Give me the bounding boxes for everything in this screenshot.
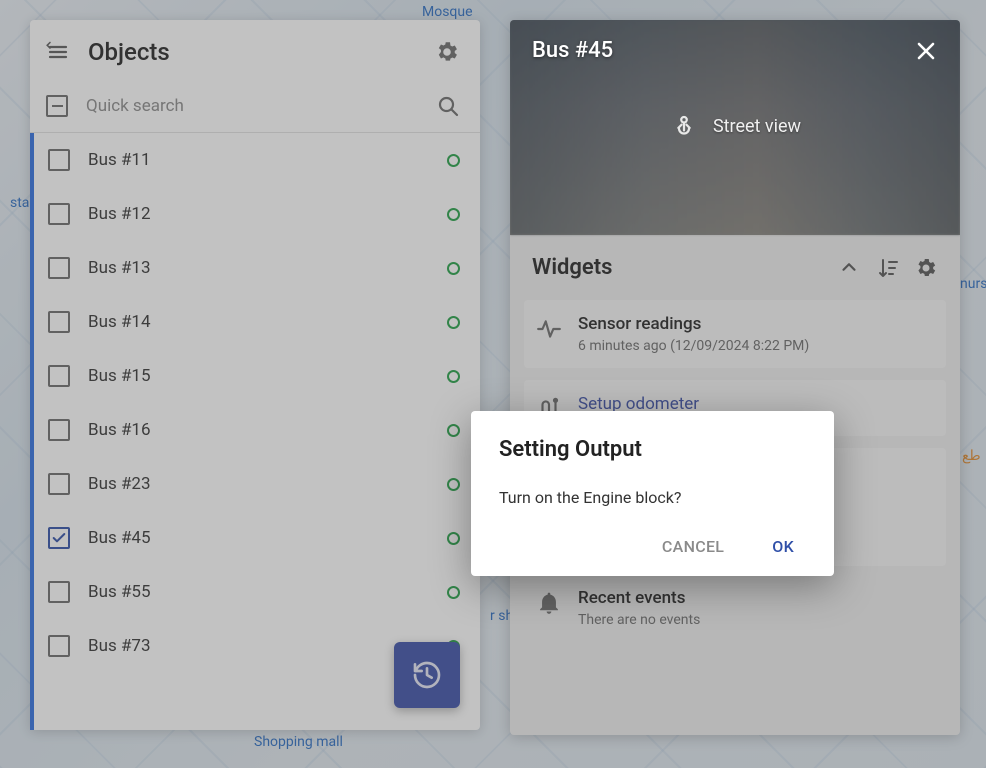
street-view-button[interactable]: Street view (669, 111, 801, 141)
dialog-body: Turn on the Engine block? (499, 488, 806, 507)
modal-overlay[interactable] (0, 0, 986, 768)
street-view-label: Street view (713, 116, 801, 137)
close-icon[interactable] (914, 39, 938, 63)
dialog-actions: CANCEL OK (499, 537, 806, 556)
cancel-button[interactable]: CANCEL (662, 537, 724, 556)
setting-output-dialog: Setting Output Turn on the Engine block?… (471, 411, 834, 576)
detail-title: Bus #45 (532, 38, 902, 63)
ok-button[interactable]: OK (772, 537, 794, 556)
dialog-title: Setting Output (499, 437, 806, 462)
